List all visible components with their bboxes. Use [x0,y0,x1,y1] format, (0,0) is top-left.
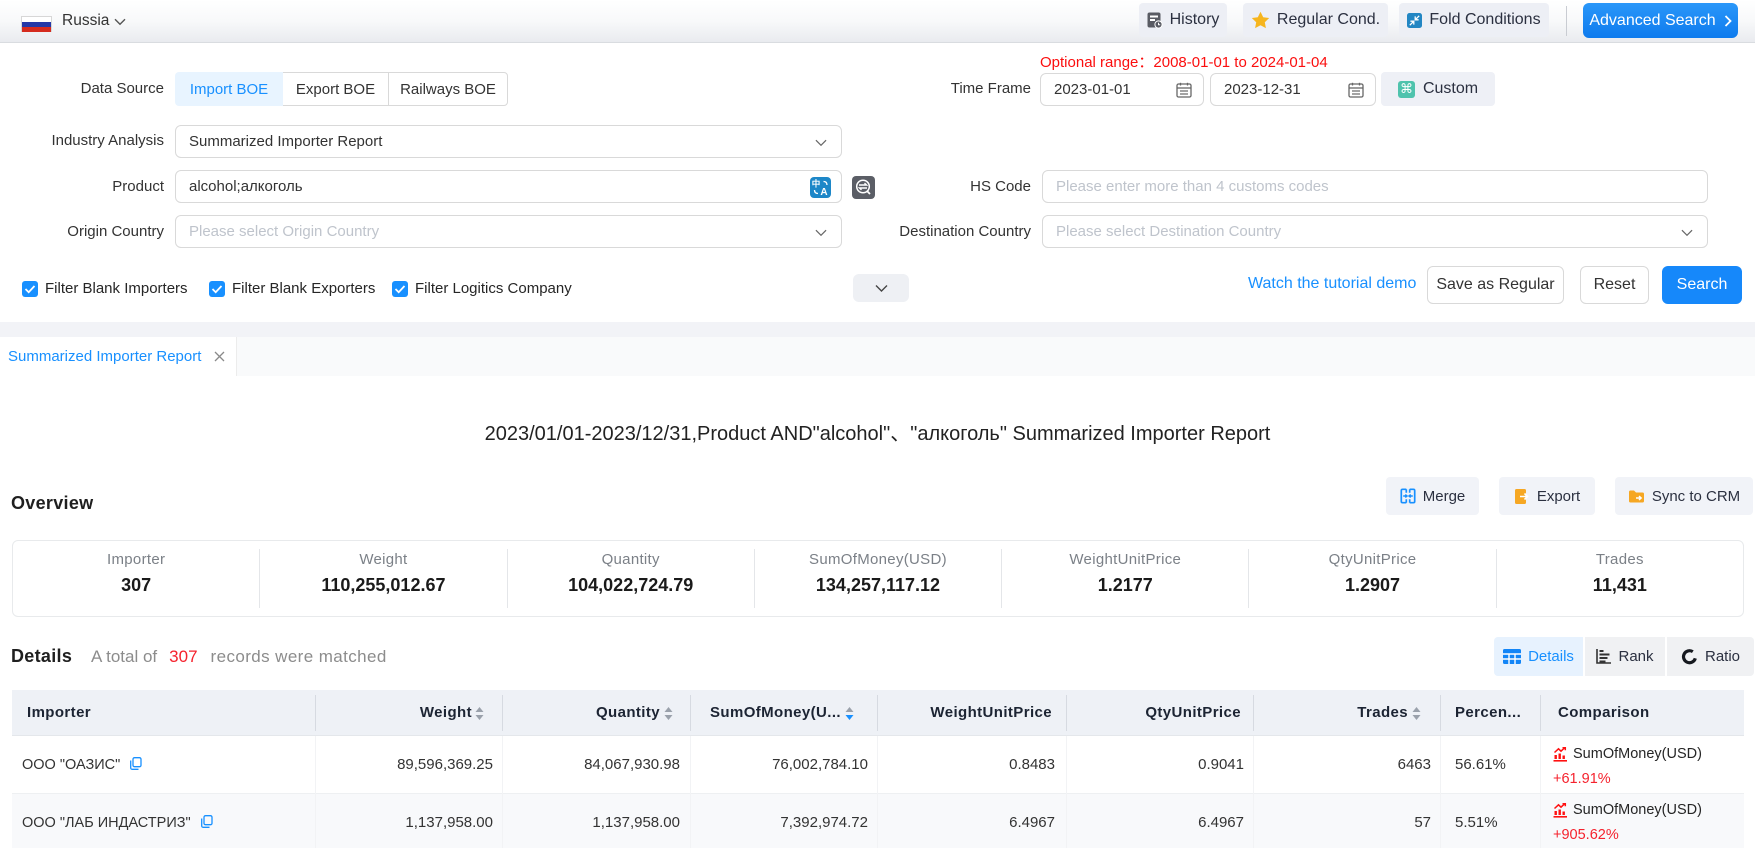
svg-text:A: A [820,187,827,198]
svg-text:中: 中 [812,179,821,189]
